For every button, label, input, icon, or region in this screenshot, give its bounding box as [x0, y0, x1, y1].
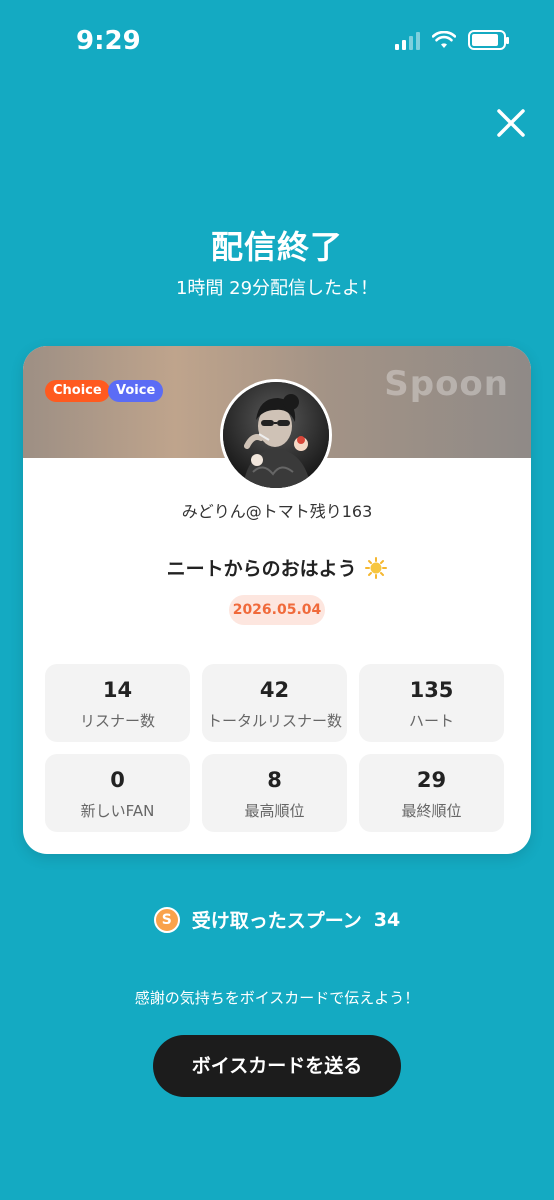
- close-icon: [497, 109, 525, 137]
- wifi-icon: [432, 31, 456, 48]
- sun-icon: [365, 557, 388, 579]
- thanks-message: 感謝の気持ちをボイスカードで伝えよう！: [134, 989, 420, 1007]
- stat-total-listeners: 42 トータルリスナー数: [202, 664, 347, 742]
- stat-label: 最高順位: [244, 802, 305, 820]
- stat-value: 8: [267, 768, 282, 792]
- live-title-text: ニートからのおはよう: [166, 558, 357, 580]
- cellular-signal-icon: [395, 30, 420, 50]
- voice-tag: Voice: [108, 380, 164, 402]
- live-title: ニートからのおはよう: [23, 554, 531, 581]
- username: みどりん@トマト残り163: [181, 502, 373, 521]
- status-bar: 9:29: [0, 0, 554, 80]
- avatar: [220, 379, 332, 491]
- page-title: 配信終了: [210, 228, 343, 266]
- stat-value: 14: [102, 678, 133, 702]
- stat-final-rank: 29 最終順位: [359, 754, 504, 832]
- spoons-label: 受け取ったスプーン: [191, 910, 362, 932]
- spoon-coin-icon: S: [153, 906, 180, 933]
- battery-icon: [468, 30, 509, 50]
- stat-best-rank: 8 最高順位: [202, 754, 347, 832]
- status-icons: [395, 30, 509, 50]
- stat-label: 新しいFAN: [80, 802, 155, 820]
- stat-label: ハート: [408, 712, 454, 730]
- status-time: 9:29: [76, 26, 141, 56]
- broadcast-summary-card: Spoon Choice Voice みどりん@トマト残り163 ニートからのお…: [23, 346, 531, 854]
- spoons-received: S 受け取ったスプーン 34: [0, 906, 554, 933]
- stat-hearts: 135 ハート: [359, 664, 504, 742]
- send-voice-card-button[interactable]: ボイスカードを送る: [153, 1035, 401, 1097]
- broadcast-duration: 1時間 29分配信したよ！: [175, 278, 379, 299]
- stat-value: 42: [259, 678, 290, 702]
- stat-listeners: 14 リスナー数: [45, 664, 190, 742]
- choice-tag: Choice: [45, 380, 110, 402]
- avatar-image: [223, 382, 329, 488]
- stat-label: リスナー数: [79, 712, 155, 730]
- close-button[interactable]: [492, 104, 530, 142]
- stat-label: トータルリスナー数: [206, 712, 342, 730]
- stat-label: 最終順位: [401, 802, 462, 820]
- broadcast-date: 2026.05.04: [229, 595, 325, 625]
- battery-fill: [472, 34, 498, 46]
- stat-value: 29: [416, 768, 447, 792]
- stat-value: 135: [409, 678, 454, 702]
- stat-new-fans: 0 新しいFAN: [45, 754, 190, 832]
- stat-value: 0: [110, 768, 125, 792]
- spoon-logo: Spoon: [384, 364, 509, 404]
- spoons-count: 34: [373, 908, 401, 931]
